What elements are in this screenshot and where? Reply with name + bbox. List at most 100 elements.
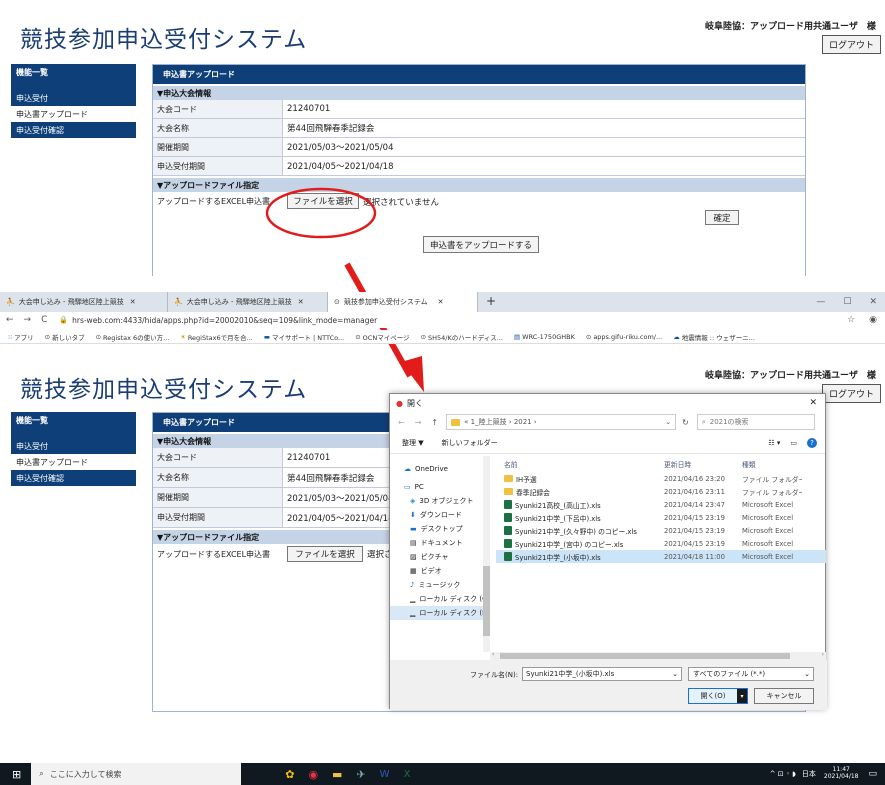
refresh-icon[interactable]: ↻	[682, 418, 689, 427]
breadcrumb-path: « 1_陸上競技 › 2021 ›	[464, 418, 537, 426]
nav-disk-e[interactable]: ▁ ローカル ディスク (E	[390, 606, 490, 620]
folder-icon	[504, 475, 513, 482]
bookmark[interactable]: ▬ マイサポート | NTTCo...	[264, 332, 344, 342]
nav-pc[interactable]: ▭ PC	[390, 480, 490, 494]
word-icon[interactable]: W	[380, 769, 390, 780]
field-label: 大会コード	[153, 448, 283, 467]
cube-icon: ◈	[410, 497, 416, 505]
nav-disk-c[interactable]: ▁ ローカル ディスク (C	[390, 592, 490, 606]
column-header-type[interactable]: 種類	[742, 459, 802, 469]
chevron-down-icon[interactable]: ⌄	[672, 670, 678, 678]
file-explorer-icon[interactable]: ▬	[332, 768, 342, 781]
bookmark-apps[interactable]: ⁝⁝ アプリ	[8, 332, 34, 342]
search-icon: ⌕	[701, 417, 706, 426]
bookmark[interactable]: ⊙ OCNマイページ	[355, 332, 409, 342]
nav-3d[interactable]: ◈ 3D オブジェクト	[390, 494, 490, 508]
star-icon[interactable]: ☆	[847, 315, 855, 325]
chevron-down-icon[interactable]: ⌄	[804, 670, 810, 678]
close-icon[interactable]: ✕	[130, 298, 136, 306]
chrome-icon[interactable]: ◉	[308, 768, 318, 781]
ime-indicator[interactable]: 日本	[802, 769, 816, 779]
up-icon[interactable]: ↑	[431, 418, 438, 427]
app-icon-1[interactable]: ✿	[285, 768, 294, 781]
file-row[interactable]: IH予選 2021/04/16 23:20 ファイル フォルダー	[496, 472, 826, 485]
file-row[interactable]: Syunki21中学_(久々野中) のコピー.xls 2021/04/15 23:…	[496, 524, 826, 537]
app-icon-2[interactable]: ✈	[356, 768, 365, 781]
file-row[interactable]: Syunki21中学_(小坂中).xls 2021/04/18 11:00 Micr…	[496, 550, 826, 563]
nav-pictures[interactable]: ▨ ピクチャ	[390, 550, 490, 564]
drive-icon: ▁	[410, 609, 416, 617]
windows-start-icon[interactable]: ⊞	[12, 768, 21, 781]
tab-2[interactable]: ⛹ 大会申し込み - 飛騨地区陸上競技 ✕	[168, 292, 328, 312]
close-icon[interactable]: ✕	[298, 298, 304, 306]
bookmark-label: apps.gifu-riku.com/...	[593, 332, 663, 341]
forward-icon[interactable]: →	[24, 315, 32, 325]
taskbar-search[interactable]: ⌕ ここに入力して検索	[31, 763, 242, 785]
view-icon[interactable]: ☷ ▾	[768, 439, 780, 447]
excel-icon[interactable]: X	[404, 769, 411, 780]
file-row[interactable]: Syunki21中学_(下呂中).xls 2021/04/15 23:19 Micr…	[496, 511, 826, 524]
file-name-cell: Syunki21中学_(小坂中).xls	[496, 552, 664, 562]
open-button[interactable]: 開く(O) ▾	[688, 688, 748, 704]
bookmark[interactable]: ✶ RegiStax6で月を合...	[180, 332, 252, 342]
column-header-name[interactable]: 名前	[496, 459, 664, 469]
search-input[interactable]: ⌕ 2021の検索	[696, 414, 815, 430]
scroll-right-icon[interactable]: ›	[822, 651, 824, 658]
chevron-down-icon[interactable]: ⌄	[665, 418, 671, 426]
dropdown-arrow-icon[interactable]: ▾	[737, 689, 747, 703]
column-header-date[interactable]: 更新日時	[664, 459, 742, 469]
bookmark[interactable]: ⊙ Registax 6の使い方...	[96, 332, 170, 342]
download-icon: ⬇	[410, 511, 416, 519]
sidebar-item-confirm[interactable]: 申込受付確認	[11, 470, 136, 486]
sidebar-item-apply[interactable]: 申込受付	[11, 438, 136, 454]
choose-file-button[interactable]: ファイルを選択	[287, 546, 363, 562]
logout-button[interactable]: ログアウト	[822, 384, 882, 403]
file-row[interactable]: 春季記録会 2021/04/16 23:11 ファイル フォルダー	[496, 485, 826, 498]
tab-3[interactable]: ⊙ 競技参加申込受付システム ✕	[328, 292, 478, 312]
close-window-icon[interactable]: ✕	[869, 297, 877, 307]
close-icon[interactable]: ✕	[809, 398, 817, 408]
minimize-icon[interactable]: —	[816, 297, 825, 307]
nav-scrollbar[interactable]	[483, 456, 490, 652]
bookmark[interactable]: ☁ 地震情報 :: ウェザーニ...	[673, 332, 755, 342]
breadcrumb[interactable]: « 1_陸上競技 › 2021 › ⌄	[446, 414, 677, 430]
reload-icon[interactable]: C	[41, 315, 47, 325]
file-row[interactable]: Syunki21中学_(宮中) のコピー.xls 2021/04/15 23:19…	[496, 537, 826, 550]
tab-label: 大会申し込み - 飛騨地区陸上競技	[186, 298, 292, 306]
forward-icon[interactable]: →	[415, 418, 422, 427]
nav-videos[interactable]: ▦ ビデオ	[390, 564, 490, 578]
back-icon[interactable]: ←	[6, 315, 14, 325]
nav-desktop[interactable]: ▬ デスクトップ	[390, 522, 490, 536]
sidebar-item-upload[interactable]: 申込書アップロード	[11, 454, 136, 470]
filter-select[interactable]: すべてのファイル (*.*) ⌄	[688, 667, 814, 681]
nav-label: ダウンロード	[419, 511, 462, 519]
system-tray-icons[interactable]: ^ ⊡ ◦ ◗	[770, 770, 796, 778]
scroll-left-icon[interactable]: ‹	[492, 651, 494, 658]
excel-file-icon	[504, 500, 512, 509]
new-folder-button[interactable]: 新しいフォルダー	[442, 438, 498, 448]
horizontal-scrollbar[interactable]: ‹ ›	[490, 651, 826, 660]
help-icon[interactable]: ?	[807, 437, 817, 448]
close-icon[interactable]: ✕	[438, 298, 444, 306]
nav-documents[interactable]: ▤ ドキュメント	[390, 536, 490, 550]
bookmark[interactable]: ⊙ 新しいタブ	[45, 332, 85, 342]
cancel-button[interactable]: キャンセル	[754, 688, 814, 704]
bookmark[interactable]: ⊙ SH54/Kのハードディス...	[421, 332, 503, 342]
organize-menu[interactable]: 整理 ▼	[402, 438, 424, 448]
tab-1[interactable]: ⛹ 大会申し込み - 飛騨地区陸上競技 ✕	[0, 292, 168, 312]
filename-input[interactable]: Syunki21中学_(小坂中).xls ⌄	[522, 667, 682, 681]
nav-downloads[interactable]: ⬇ ダウンロード	[390, 508, 490, 522]
url-field[interactable]: hrs-web.com:4433/hida/apps.php?id=200020…	[72, 316, 377, 325]
bookmark[interactable]: ⊙ apps.gifu-riku.com/...	[586, 333, 662, 341]
notification-icon[interactable]: ▭	[868, 769, 877, 779]
profile-icon[interactable]: ◉	[869, 315, 877, 325]
pane-icon[interactable]: ▭	[790, 439, 797, 447]
back-icon[interactable]: ←	[398, 418, 405, 427]
nav-music[interactable]: ♪ ミュージック	[390, 578, 490, 592]
bookmark[interactable]: ▤ WRC-1750GHBK	[514, 333, 575, 341]
maximize-icon[interactable]: ☐	[843, 297, 851, 307]
nav-onedrive[interactable]: ☁ OneDrive	[390, 462, 490, 476]
clock[interactable]: 11:47 2021/04/18	[824, 767, 859, 780]
new-tab-button[interactable]: +	[478, 292, 504, 312]
file-row[interactable]: Syunki21高校_(高山工).xls 2021/04/14 23:47 Micr…	[496, 498, 826, 511]
